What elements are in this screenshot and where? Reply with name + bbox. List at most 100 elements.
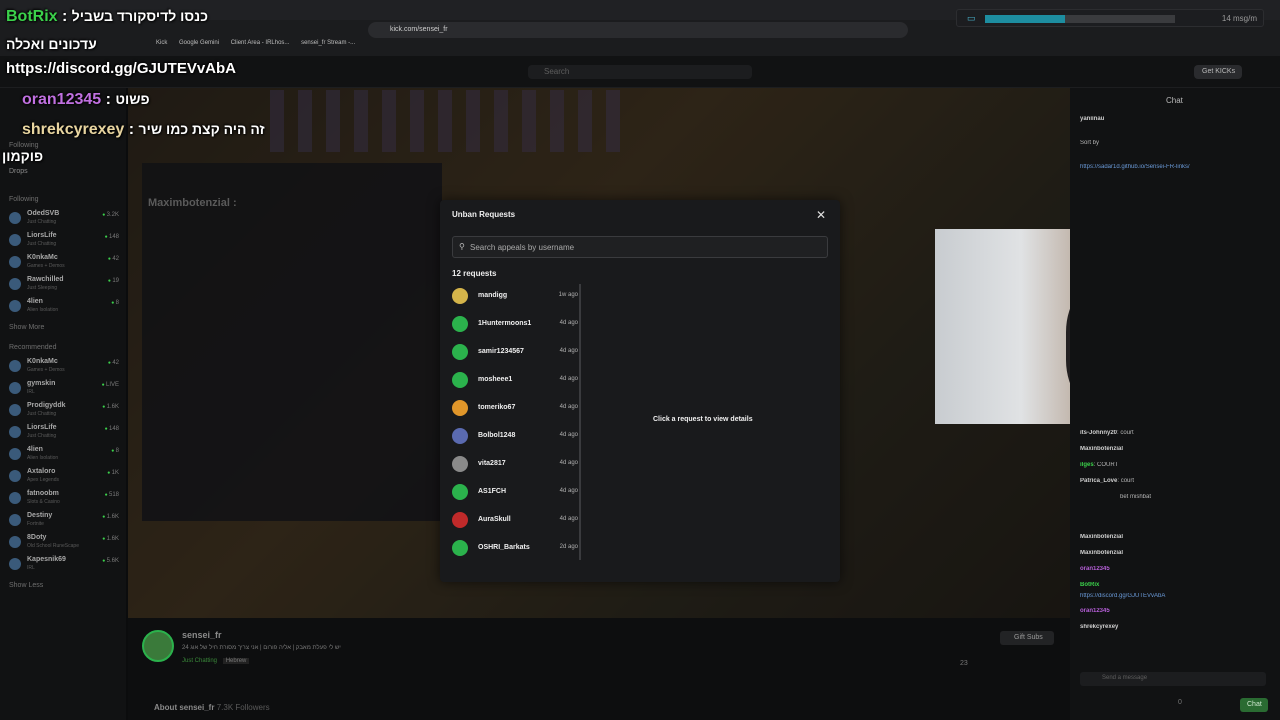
sidebar-channel[interactable]: Kapesnik69 IRL 5.6K — [9, 556, 121, 576]
request-time: 2d ago — [559, 544, 578, 550]
sidebar-channel[interactable]: 4lien Alien Isolation 8 — [9, 298, 121, 318]
sidebar-channel[interactable]: 8Doty Old School RuneScape 1.6K — [9, 534, 121, 554]
rate-track — [1065, 15, 1175, 23]
unban-request-item[interactable]: mandigg 1w ago — [450, 284, 580, 308]
request-username: samir1234567 — [478, 348, 524, 355]
chat-link[interactable]: https://discord.gg/GJUTEVvAbA — [1080, 593, 1274, 599]
overlay-text: פשוט — [115, 91, 150, 107]
request-list[interactable]: mandigg 1w ago 1Huntermoons1 4d ago samir123… — [450, 284, 582, 572]
get-kicks-button[interactable]: Get KICKs — [1194, 65, 1242, 79]
close-icon[interactable]: ✕ — [816, 208, 826, 222]
unban-request-item[interactable]: Bolbol1248 4d ago — [450, 424, 580, 448]
request-username: OSHRI_Barkats — [478, 544, 530, 551]
bookmark-sensei[interactable]: sensei_fr Stream -... — [301, 40, 355, 46]
chat-username[interactable]: Maxinbotenzial — [1080, 550, 1123, 556]
request-time: 4d ago — [559, 516, 578, 522]
avatar — [9, 212, 21, 224]
follower-count: 7.3K Followers — [216, 703, 270, 712]
sidebar-channel[interactable]: LiorsLife Just Chatting 148 — [9, 232, 121, 252]
sidebar-channel[interactable]: Rawchilled Just Sleeping 19 — [9, 276, 121, 296]
appeal-search-input[interactable] — [470, 240, 820, 254]
recommended-heading: Recommended — [9, 344, 57, 351]
unban-request-item[interactable]: samir1234567 4d ago — [450, 340, 580, 364]
bookmark-client-area[interactable]: Client Area - IRLhos... — [231, 40, 290, 46]
stream-title: 24 יש לי פעלת מאבק | אליה פורום | אני צר… — [182, 645, 341, 651]
unban-request-item[interactable]: AS1FCH 4d ago — [450, 480, 580, 504]
chat-username[interactable]: oran12345 — [1080, 566, 1110, 572]
unban-request-item[interactable]: vita2817 4d ago — [450, 452, 580, 476]
chat-message: yaniinau — [1080, 116, 1274, 122]
channel-category: Apex Legends — [27, 477, 59, 483]
request-time: 4d ago — [559, 348, 578, 354]
channel-name: Destiny — [27, 512, 53, 519]
chat-link[interactable]: https://sadar1d.github.io/Sensei-FR-link… — [1080, 164, 1274, 170]
chat-sort[interactable]: Sort by — [1080, 140, 1274, 146]
request-list-scrollbar[interactable] — [579, 284, 581, 560]
sidebar-channel[interactable]: OdedSVB Just Chatting 3.2K — [9, 210, 121, 230]
unban-request-item[interactable]: tomeriko67 4d ago — [450, 396, 580, 420]
avatar — [9, 234, 21, 246]
background-echo: Maximbotenzial : — [148, 197, 237, 209]
category-label[interactable]: Just Chatting — [182, 658, 217, 664]
chat-username[interactable]: BotRix — [1080, 582, 1099, 588]
chat-username[interactable]: oran12345 — [1080, 608, 1110, 614]
avatar — [9, 426, 21, 438]
chat-username[interactable]: Maxinbotenzial — [1080, 446, 1123, 452]
drops-link[interactable]: Drops — [9, 168, 28, 175]
avatar — [452, 484, 468, 500]
appeal-search-field[interactable]: ⚲ — [452, 236, 828, 258]
chat-send-button[interactable]: Chat — [1240, 698, 1268, 712]
request-count: 12 requests — [452, 269, 497, 278]
avatar[interactable] — [142, 630, 174, 662]
chat-username[interactable]: ilges — [1080, 462, 1094, 468]
sidebar-channel[interactable]: Destiny Fortnite 1.6K — [9, 512, 121, 532]
channel-name: K0nkaMc — [27, 254, 58, 261]
chat-username[interactable]: its-Johnny20 — [1080, 430, 1117, 436]
avatar — [452, 456, 468, 472]
address-bar[interactable]: kick.com/sensei_fr — [368, 22, 908, 38]
sidebar-channel[interactable]: LiorsLife Just Chatting 148 — [9, 424, 121, 444]
kick-search-input[interactable]: Search — [528, 65, 752, 79]
chat-message: BotRix — [1080, 582, 1274, 588]
chat-input[interactable]: Send a message — [1080, 672, 1266, 686]
sidebar-channel[interactable]: 4lien Alien Isolation 8 — [9, 446, 121, 466]
viewer-count: 148 — [105, 426, 119, 432]
sidebar-channel[interactable]: K0nkaMc Games + Demos 42 — [9, 254, 121, 274]
bookmark-kick[interactable]: Kick — [156, 40, 167, 46]
unban-request-item[interactable]: OSHRI_Barkats 2d ago — [450, 536, 580, 560]
avatar — [9, 492, 21, 504]
stream-category[interactable]: Just Chatting Hebrew — [182, 658, 250, 664]
channel-name: Prodigyddk — [27, 402, 66, 409]
show-more-link[interactable]: Show More — [9, 324, 44, 331]
chat-username[interactable]: Maxinbotenzial — [1080, 534, 1123, 540]
language-tag[interactable]: Hebrew — [222, 658, 250, 664]
unban-request-item[interactable]: mosheee1 4d ago — [450, 368, 580, 392]
chat-username[interactable]: yaniinau — [1080, 116, 1104, 122]
channel-name: fatnoobm — [27, 490, 59, 497]
chat-username[interactable]: shrekcyrexey — [1080, 624, 1118, 630]
gift-subs-button[interactable]: Gift Subs — [1000, 631, 1054, 645]
channel-name: OdedSVB — [27, 210, 60, 217]
sidebar-channel[interactable]: Axtaloro Apex Legends 1K — [9, 468, 121, 488]
sidebar-channel[interactable]: gymskin IRL LIVE — [9, 380, 121, 400]
channel-name: LiorsLife — [27, 232, 57, 239]
sidebar-channel[interactable]: fatnoobm Slots & Casino 518 — [9, 490, 121, 510]
avatar — [452, 316, 468, 332]
viewer-count: 518 — [105, 492, 119, 498]
chat-message: Maxinbotenzial — [1080, 550, 1274, 556]
unban-request-item[interactable]: AuraSkull 4d ago — [450, 508, 580, 532]
streamer-name[interactable]: sensei_fr — [182, 630, 222, 640]
sidebar-channel[interactable]: Prodigyddk Just Chatting 1.6K — [9, 402, 121, 422]
sidebar-channel[interactable]: K0nkaMc Games + Demos 42 — [9, 358, 121, 378]
overlay-username: oran12345 — [22, 91, 102, 108]
bookmark-gemini[interactable]: Google Gemini — [179, 40, 219, 46]
avatar — [9, 360, 21, 372]
channel-category: Just Chatting — [27, 433, 57, 439]
chat-message: Patrica_Love: court — [1080, 478, 1135, 484]
viewer-count: 1K — [107, 470, 119, 476]
chat-username[interactable]: Patrica_Love — [1080, 478, 1117, 484]
unban-request-item[interactable]: 1Huntermoons1 4d ago — [450, 312, 580, 336]
show-less-link[interactable]: Show Less — [9, 582, 43, 589]
chat-text: court — [1120, 478, 1135, 484]
request-time: 4d ago — [559, 376, 578, 382]
